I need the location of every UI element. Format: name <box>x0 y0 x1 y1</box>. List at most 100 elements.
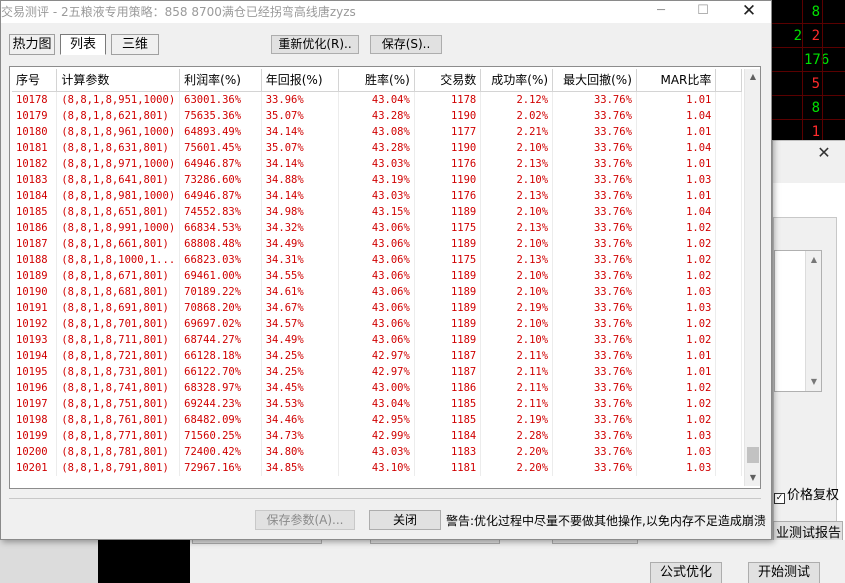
table-row[interactable]: 10194 (8,8,1,8,721,801) 66128.18% 34.25% 42.… <box>12 347 742 364</box>
scroll-up-icon[interactable]: ▲ <box>745 69 761 85</box>
table-cell: 63001.36% <box>179 91 262 108</box>
table-row[interactable]: 10192 (8,8,1,8,701,801) 69697.02% 34.57% 43.… <box>12 315 742 332</box>
table-cell: 10189 <box>12 267 58 284</box>
table-row[interactable]: 10196 (8,8,1,8,741,801) 68328.97% 34.45% 43.… <box>12 379 742 396</box>
table-row[interactable]: 10198 (8,8,1,8,761,801) 68482.09% 34.46% 42.… <box>12 411 742 428</box>
scroll-down-icon[interactable]: ▼ <box>809 377 819 387</box>
table-cell: 70868.20% <box>179 299 262 316</box>
table-cell: 1.01 <box>636 91 717 108</box>
maximize-icon[interactable]: ☐ <box>683 1 723 23</box>
table-cell: (8,8,1,8,651,801) <box>56 203 181 220</box>
close-button[interactable]: 关闭 <box>369 510 441 530</box>
table-row[interactable]: 10181 (8,8,1,8,631,801) 75601.45% 35.07% 43.… <box>12 139 742 156</box>
table-row[interactable]: 10199 (8,8,1,8,771,801) 71560.25% 34.73% 42.… <box>12 427 742 444</box>
footer-divider <box>9 498 761 499</box>
table-cell: 34.57% <box>261 315 340 332</box>
results-scrollbar[interactable]: ▲ ▼ <box>744 69 760 486</box>
table-cell: 2.10% <box>480 331 554 348</box>
table-cell: (8,8,1,8,621,801) <box>56 107 181 124</box>
table-row[interactable]: 10201 (8,8,1,8,791,801) 72967.16% 34.85% 43.… <box>12 459 742 476</box>
quote-row: 5 <box>772 72 845 96</box>
table-row[interactable]: 10184 (8,8,1,8,981,1000) 64946.87% 34.14% 43… <box>12 187 742 204</box>
table-cell: 1178 <box>414 91 482 108</box>
table-row[interactable]: 10185 (8,8,1,8,651,801) 74552.83% 34.98% 43.… <box>12 203 742 220</box>
price-adjust-label: 价格复权 <box>787 488 840 503</box>
table-row[interactable]: 10191 (8,8,1,8,691,801) 70868.20% 34.67% 43.… <box>12 299 742 316</box>
table-cell: 1176 <box>414 187 482 204</box>
table-cell: 43.19% <box>338 171 415 188</box>
table-cell: 1189 <box>414 283 482 300</box>
table-cell: 33.76% <box>552 443 637 460</box>
table-row[interactable]: 10189 (8,8,1,8,671,801) 69461.00% 34.55% 43.… <box>12 267 742 284</box>
column-header[interactable]: 利润率(%) <box>179 69 262 92</box>
table-cell: 43.06% <box>338 331 415 348</box>
table-cell: 69244.23% <box>179 395 262 412</box>
close-window-icon[interactable]: ✕ <box>729 1 769 23</box>
table-row[interactable]: 10183 (8,8,1,8,641,801) 73286.60% 34.88% 43.… <box>12 171 742 188</box>
column-header[interactable]: 序号 <box>12 69 58 92</box>
table-cell: 2.13% <box>480 251 554 268</box>
close-icon[interactable]: ✕ <box>813 143 835 163</box>
table-cell: 1.03 <box>636 171 717 188</box>
column-header[interactable]: 年回报(%) <box>261 69 340 92</box>
scroll-down-icon[interactable]: ▼ <box>745 470 761 486</box>
listbox-scrollbar[interactable]: ▲ ▼ <box>805 251 821 391</box>
formula-optimize-button[interactable]: 公式优化 <box>650 562 722 583</box>
background-bottom-bar <box>0 540 98 583</box>
column-header[interactable]: 交易数 <box>414 69 482 92</box>
column-header[interactable]: 最大回撤(%) <box>552 69 637 92</box>
table-row[interactable]: 10193 (8,8,1,8,711,801) 68744.27% 34.49% 43.… <box>12 331 742 348</box>
tab-3d[interactable]: 三维 <box>111 34 159 55</box>
window-titlebar[interactable]: 交易测评 - 2五粮液专用策略：858 8700满仓已经拐弯高线唐zyzs ─ … <box>1 1 771 23</box>
table-cell: 2.11% <box>480 363 554 380</box>
table-cell: 2.19% <box>480 299 554 316</box>
column-header[interactable]: 计算参数 <box>56 69 181 92</box>
column-header[interactable]: MAR比率 <box>636 69 717 92</box>
scrollbar-thumb[interactable] <box>747 446 759 463</box>
table-row[interactable]: 10182 (8,8,1,8,971,1000) 64946.87% 34.14% 43… <box>12 155 742 172</box>
minimize-icon[interactable]: ─ <box>641 1 681 23</box>
quote-row: 22 <box>772 24 845 48</box>
table-row[interactable]: 10200 (8,8,1,8,781,801) 72400.42% 34.80% 43.… <box>12 443 742 460</box>
save-params-button[interactable]: 保存参数(A)... <box>255 510 355 530</box>
table-cell: 1189 <box>414 203 482 220</box>
table-cell: 34.80% <box>261 443 340 460</box>
trade-evaluation-window: 交易测评 - 2五粮液专用策略：858 8700满仓已经拐弯高线唐zyzs ─ … <box>0 0 772 540</box>
background-test-dialog: ✕ ▲ ▼ ✓ 价格复权 业测试报告 <box>772 140 845 583</box>
column-header[interactable]: 成功率(%) <box>480 69 554 92</box>
column-header[interactable]: 胜率(%) <box>338 69 415 92</box>
reoptimize-button[interactable]: 重新优化(R).. <box>271 35 359 54</box>
table-row[interactable]: 10197 (8,8,1,8,751,801) 69244.23% 34.53% 43.… <box>12 395 742 412</box>
table-row[interactable]: 10190 (8,8,1,8,681,801) 70189.22% 34.61% 43.… <box>12 283 742 300</box>
table-cell: (8,8,1,8,691,801) <box>56 299 181 316</box>
table-cell: (8,8,1,8,951,1000) <box>56 91 181 108</box>
table-cell: 2.10% <box>480 203 554 220</box>
table-row[interactable]: 10188 (8,8,1,8,1000,1... 66823.03% 34.31% 43… <box>12 251 742 268</box>
table-cell-filler <box>715 171 742 188</box>
table-row[interactable]: 10178 (8,8,1,8,951,1000) 63001.36% 33.96% 43… <box>12 91 742 108</box>
tab-list[interactable]: 列表 <box>60 34 106 55</box>
tab-heatmap[interactable]: 热力图 <box>9 34 55 55</box>
price-adjust-checkbox[interactable]: ✓ 价格复权 <box>774 484 839 504</box>
table-cell: 69461.00% <box>179 267 262 284</box>
table-cell: 1.01 <box>636 123 717 140</box>
table-cell: 43.28% <box>338 139 415 156</box>
table-cell: 34.32% <box>261 219 340 236</box>
table-cell-filler <box>715 187 742 204</box>
checkbox-check-icon[interactable]: ✓ <box>774 493 785 504</box>
table-cell: 1185 <box>414 411 482 428</box>
table-cell: 75601.45% <box>179 139 262 156</box>
table-row[interactable]: 10179 (8,8,1,8,621,801) 75635.36% 35.07% 43.… <box>12 107 742 124</box>
table-row[interactable]: 10195 (8,8,1,8,731,801) 66122.70% 34.25% 42.… <box>12 363 742 380</box>
table-cell: 2.10% <box>480 267 554 284</box>
table-row[interactable]: 10187 (8,8,1,8,661,801) 68808.48% 34.49% 43.… <box>12 235 742 252</box>
table-row[interactable]: 10186 (8,8,1,8,991,1000) 66834.53% 34.32% 43… <box>12 219 742 236</box>
background-listbox[interactable]: ▲ ▼ <box>774 250 822 392</box>
table-cell: (8,8,1,8,961,1000) <box>56 123 181 140</box>
table-cell: 43.04% <box>338 395 415 412</box>
table-row[interactable]: 10180 (8,8,1,8,961,1000) 64893.49% 34.14% 43… <box>12 123 742 140</box>
table-cell: (8,8,1,8,781,801) <box>56 443 181 460</box>
start-test-button[interactable]: 开始测试 <box>748 562 820 583</box>
save-button[interactable]: 保存(S).. <box>370 35 442 54</box>
scroll-up-icon[interactable]: ▲ <box>809 255 819 265</box>
